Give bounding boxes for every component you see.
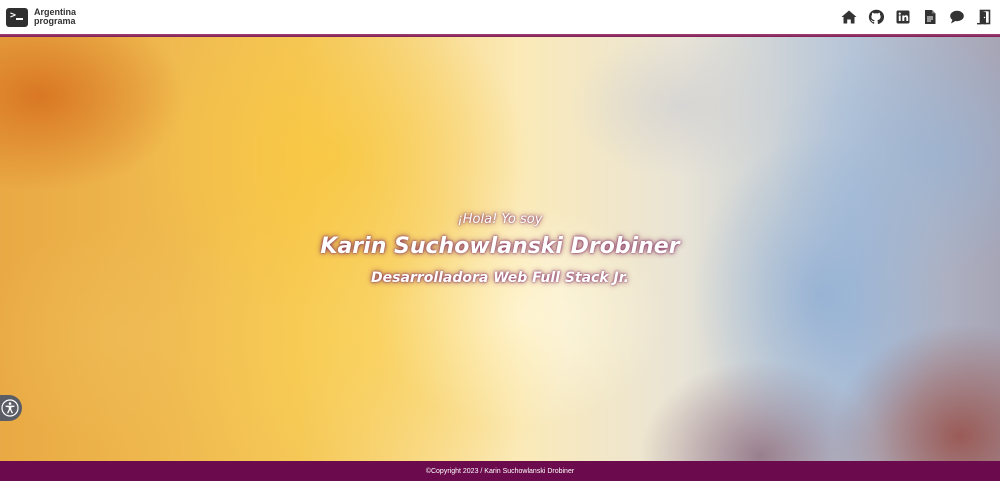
accessibility-icon (1, 399, 19, 417)
brand-link[interactable]: > Argentina programa (6, 7, 76, 27)
hero-greeting: ¡Hola! Yo soy (457, 212, 543, 227)
home-icon[interactable] (841, 9, 857, 25)
hero-role: Desarrolladora Web Full Stack Jr. (371, 270, 629, 286)
terminal-icon: > (6, 7, 28, 27)
brand-line-2: programa (34, 16, 76, 26)
comment-icon[interactable] (949, 9, 965, 25)
logout-door-icon[interactable] (976, 9, 992, 25)
document-icon[interactable] (922, 9, 938, 25)
hero-name: Karin Suchowlanski Drobiner (320, 234, 680, 259)
footer: ©Copyright 2023 / Karin Suchowlanski Dro… (0, 461, 1000, 481)
navbar: > Argentina programa (0, 0, 1000, 34)
nav-icons (841, 9, 992, 25)
linkedin-icon[interactable] (895, 9, 911, 25)
footer-copyright: ©Copyright 2023 / Karin Suchowlanski Dro… (425, 467, 575, 475)
brand-name: Argentina programa (34, 8, 76, 26)
github-icon[interactable] (868, 9, 884, 25)
hero-banner: ¡Hola! Yo soy Karin Suchowlanski Drobine… (0, 36, 1000, 461)
